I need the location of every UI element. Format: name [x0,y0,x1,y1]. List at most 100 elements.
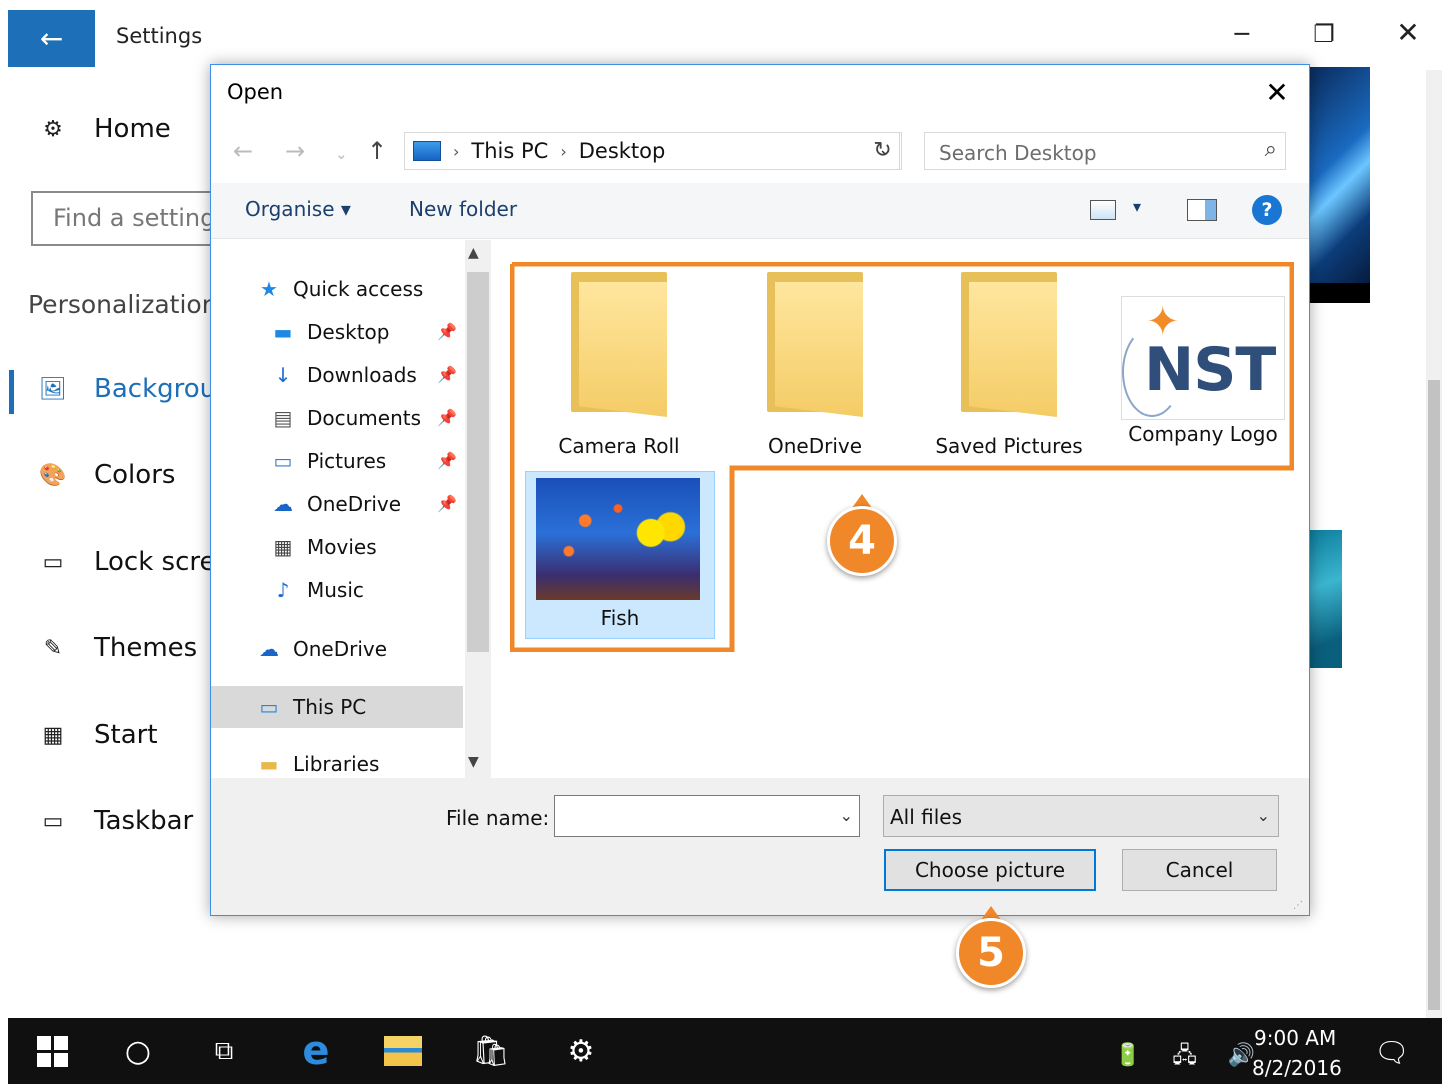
help-icon[interactable]: ? [1252,195,1282,225]
sidebar-item-label: Themes [94,633,198,663]
preview-taskbar [1308,283,1370,303]
nav-item-label: Movies [307,535,377,559]
step-4-callout: 4 [827,506,897,576]
nav-item-onedrive[interactable]: ☁ OneDrive [255,631,387,667]
logo-text: NST [1144,335,1276,405]
star-icon: ★ [260,277,278,301]
nav-item-quick-access[interactable]: ★ Quick access [255,271,423,307]
pin-icon: 📌 [437,322,457,341]
file-item-onedrive[interactable]: OneDrive [725,272,905,458]
up-arrow-icon[interactable]: ↑ [367,137,387,165]
file-item-saved-pictures[interactable]: Saved Pictures [919,272,1099,458]
start-button[interactable] [34,1030,70,1072]
task-view-icon[interactable]: ⧉ [204,1030,244,1072]
file-list: Camera Roll OneDrive Saved Pictures ✦ NS… [497,240,1309,778]
maximize-button[interactable]: ❐ [1304,20,1344,48]
recent-picture-thumbnail[interactable] [1308,530,1342,668]
nav-item-desktop[interactable]: ▬ Desktop [269,314,390,350]
nav-item-libraries[interactable]: ▬ Libraries [255,746,380,782]
breadcrumb-desktop[interactable]: Desktop [579,139,666,163]
dialog-close-button[interactable]: ✕ [1257,75,1297,111]
breadcrumb-this-pc[interactable]: This PC [471,139,548,163]
new-folder-button[interactable]: New folder [409,197,517,221]
file-explorer-icon[interactable] [382,1030,424,1072]
lock-screen-icon: ▭ [42,549,64,575]
scroll-up-icon[interactable]: ▲ [468,245,479,261]
sidebar-item-colors[interactable]: 🎨 Colors [36,460,175,490]
clock-time[interactable]: 9:00 AM [1254,1026,1336,1050]
system-tray-icons[interactable]: 🔋 🖧 🔊 [1114,1038,1267,1076]
cancel-button[interactable]: Cancel [1122,849,1277,891]
sidebar-item-label: Home [94,114,171,144]
sidebar-item-label: Start [94,720,158,750]
scrollbar-thumb[interactable] [1428,380,1440,1010]
cortana-search-icon[interactable]: ○ [120,1030,156,1072]
libraries-icon: ▬ [259,752,279,776]
nav-item-pictures[interactable]: ▭ Pictures [269,443,387,479]
nav-item-music[interactable]: ♪ Music [269,572,364,608]
palette-icon: 🎨 [39,462,67,488]
nav-item-label: Pictures [307,449,387,473]
section-heading: Personalization [28,290,218,319]
organise-menu[interactable]: Organise ▾ [245,197,351,221]
file-type-select[interactable]: All files ⌄ [883,795,1279,837]
scroll-down-icon[interactable]: ▼ [468,754,479,770]
computer-icon: ▭ [259,695,279,719]
nav-scrollbar-thumb[interactable] [467,272,489,652]
selected-indicator [9,370,14,414]
recent-locations-icon[interactable]: ⌄ [335,145,348,163]
view-options-dropdown[interactable]: ▾ [1133,197,1141,216]
file-name-input[interactable]: ⌄ [554,795,860,837]
folder-icon [767,272,863,422]
preview-pane-icon[interactable] [1187,199,1217,221]
sidebar-item-start[interactable]: ▦ Start [36,720,158,750]
open-dialog: Open ✕ ← → ⌄ ↑ › This PC › Desktop ⌄ ↻ S… [210,64,1310,916]
close-button[interactable]: ✕ [1388,16,1428,49]
nav-item-label: Quick access [293,277,424,301]
dialog-title: Open [227,80,284,104]
window-title: Settings [116,24,203,48]
film-icon: ▦ [273,535,293,559]
command-bar: Organise ▾ New folder ▾ ? [211,183,1309,239]
search-input[interactable]: Search Desktop ⌕ [924,132,1286,170]
file-item-fish[interactable]: Fish [525,471,715,639]
nav-item-downloads[interactable]: ↓ Downloads [269,357,417,393]
change-view-icon[interactable] [1090,200,1116,220]
refresh-icon[interactable]: ↻ [864,132,902,170]
search-placeholder: Search Desktop [939,141,1097,165]
nav-item-this-pc[interactable]: ▭ This PC [255,689,367,725]
file-item-company-logo[interactable]: ✦ NST Company Logo [1113,272,1293,446]
chevron-down-icon[interactable]: ⌄ [840,806,853,825]
back-icon[interactable]: ← [233,137,253,165]
file-item-camera-roll[interactable]: Camera Roll [529,272,709,458]
forward-icon[interactable]: → [285,137,305,165]
sidebar-item-home[interactable]: ⚙ Home [36,114,171,144]
pictures-icon: ▭ [273,449,293,473]
nav-item-onedrive-pinned[interactable]: ☁ OneDrive [269,486,401,522]
sidebar-item-themes[interactable]: ✎ Themes [36,633,197,663]
action-center-icon[interactable]: 🗨 [1374,1036,1410,1069]
pin-icon: 📌 [437,494,457,513]
edge-browser-icon[interactable]: e [294,1028,338,1074]
search-icon[interactable]: ⌕ [1265,137,1277,162]
nav-item-label: OneDrive [293,637,388,661]
nav-item-label: Libraries [293,752,380,776]
minimize-button[interactable]: ─ [1222,20,1262,48]
background-preview [1308,67,1370,303]
nav-item-documents[interactable]: ▤ Documents [269,400,422,436]
sidebar-item-taskbar[interactable]: ▭ Taskbar [36,806,194,836]
nav-item-movies[interactable]: ▦ Movies [269,529,377,565]
document-icon: ▤ [273,406,293,430]
nav-item-label: Music [307,578,364,602]
back-button[interactable]: ← [8,10,95,67]
choose-picture-button[interactable]: Choose picture [884,849,1096,891]
clock-date[interactable]: 8/2/2016 [1252,1056,1342,1080]
store-icon[interactable]: 🛍 [470,1030,512,1072]
settings-gear-icon[interactable]: ⚙ [560,1030,602,1072]
address-bar[interactable]: › This PC › Desktop ⌄ [404,132,900,170]
pin-icon: 📌 [437,451,457,470]
download-icon: ↓ [274,363,292,387]
file-name-label: File name: [446,806,550,830]
file-item-label: Fish [600,606,640,630]
resize-grip-icon[interactable]: ⋰ [1293,900,1303,911]
